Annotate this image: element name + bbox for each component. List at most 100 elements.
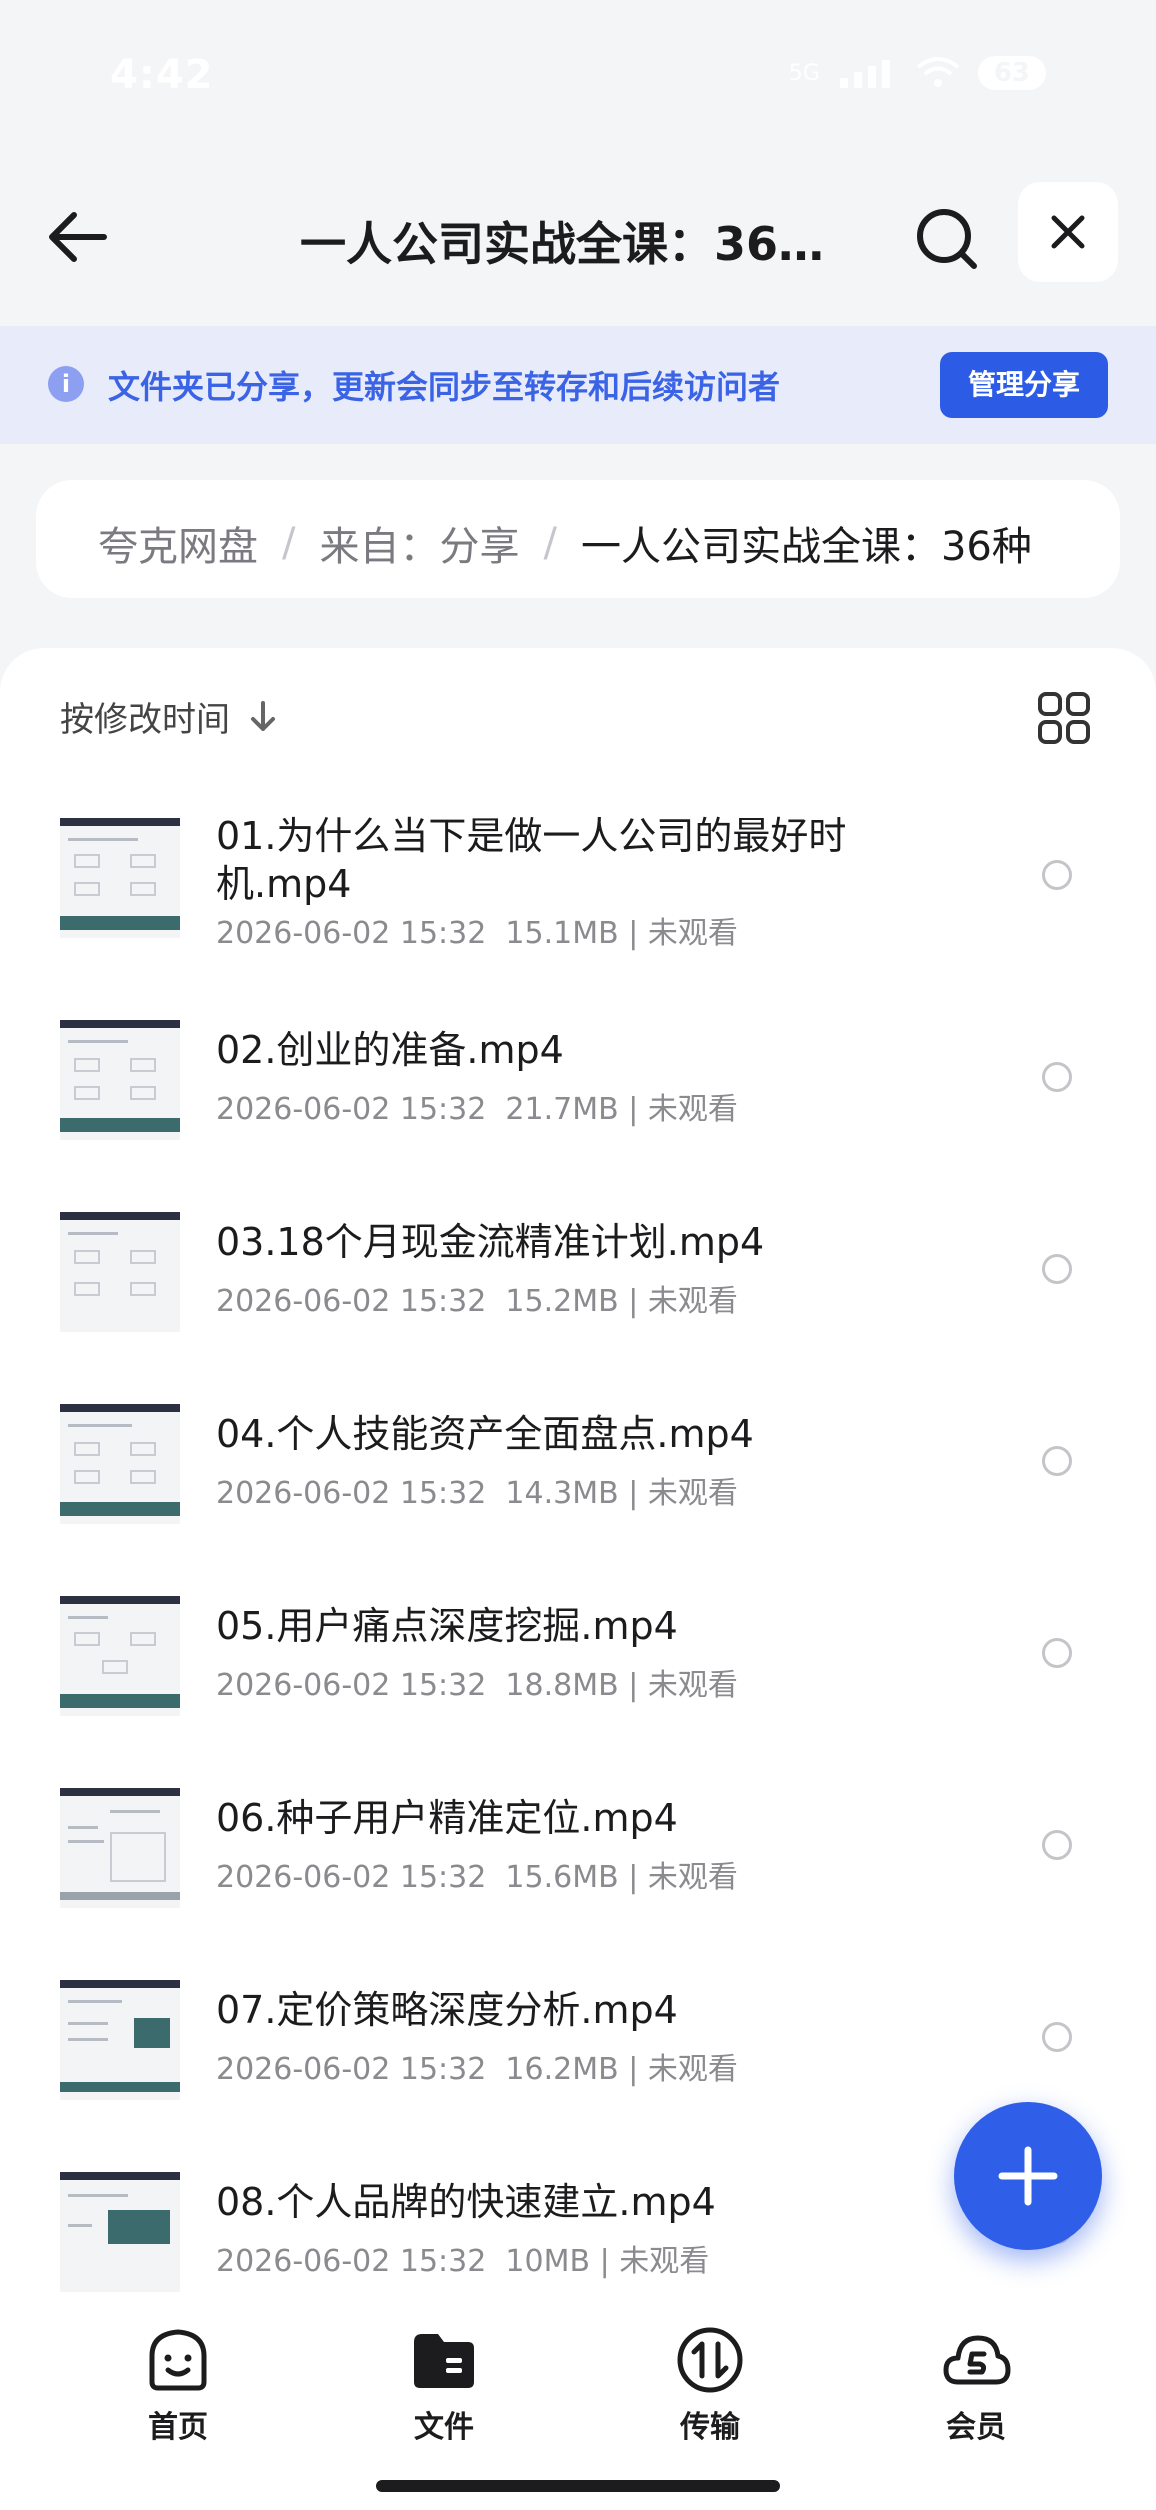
file-size: 15.2MB (505, 1284, 619, 1319)
tab-label: 文件 (414, 2410, 474, 2445)
share-banner: i 文件夹已分享，更新会同步至转存和后续访问者 管理分享 (0, 326, 1156, 444)
select-checkbox[interactable] (1042, 860, 1072, 890)
file-meta: 2026-06-02 15:32 21.7MB | 未观看 (216, 1092, 738, 1127)
file-meta: 2026-06-02 15:32 16.2MB | 未观看 (216, 2052, 738, 2087)
tab-vip[interactable]: 会员 (896, 2324, 1056, 2454)
file-meta: 2026-06-02 15:32 15.2MB | 未观看 (216, 1284, 738, 1319)
sort-control[interactable]: 按修改时间 (60, 692, 278, 741)
watch-status: 未观看 (647, 916, 738, 951)
video-thumbnail (60, 1404, 180, 1524)
file-size: 16.2MB (505, 2052, 619, 2087)
transfer-icon (677, 2327, 743, 2393)
tab-files[interactable]: 文件 (364, 2324, 524, 2454)
cloud-vip-icon (943, 2335, 1011, 2385)
video-thumbnail (60, 1020, 180, 1140)
file-meta: 2026-06-02 15:32 10MB | 未观看 (216, 2244, 710, 2279)
breadcrumb: 夸克网盘 / 来自：分享 / 一人公司实战全课：36种 (36, 480, 1120, 598)
status-indicators: 5G 63 (789, 56, 1046, 90)
tab-home[interactable]: 首页 (98, 2324, 258, 2454)
info-icon: i (48, 366, 84, 402)
home-indicator (376, 2480, 780, 2492)
tab-label: 传输 (680, 2410, 740, 2445)
select-checkbox[interactable] (1042, 1254, 1072, 1284)
tab-label: 首页 (148, 2410, 208, 2445)
file-date: 2026-06-02 15:32 (216, 916, 487, 951)
close-icon (1051, 215, 1085, 249)
file-size: 14.3MB (505, 1476, 619, 1511)
file-meta: 2026-06-02 15:32 15.1MB | 未观看 (216, 916, 738, 951)
file-date: 2026-06-02 15:32 (216, 2052, 487, 2087)
file-meta: 2026-06-02 15:32 15.6MB | 未观看 (216, 1860, 738, 1895)
file-name: 01.为什么当下是做一人公司的最好时机.mp4 (216, 814, 847, 906)
file-row[interactable]: 04.个人技能资产全面盘点.mp4 2026-06-02 15:32 14.3M… (0, 1384, 1156, 1534)
back-button[interactable] (40, 202, 120, 272)
page-title: 一人公司实战全课：36… (300, 217, 825, 271)
status-bar: 4:42 5G 63 (0, 0, 1156, 150)
file-row[interactable]: 05.用户痛点深度挖掘.mp4 2026-06-02 15:32 18.8MB … (0, 1576, 1156, 1726)
file-meta: 2026-06-02 15:32 18.8MB | 未观看 (216, 1668, 738, 1703)
close-button[interactable] (1018, 182, 1118, 282)
tab-transfer[interactable]: 传输 (630, 2324, 790, 2454)
video-thumbnail (60, 1788, 180, 1908)
select-checkbox[interactable] (1042, 1062, 1072, 1092)
grid-view-button[interactable] (1036, 690, 1092, 746)
file-date: 2026-06-02 15:32 (216, 1860, 487, 1895)
arrow-down-icon (251, 700, 275, 731)
file-name: 02.创业的准备.mp4 (216, 1028, 564, 1072)
folder-icon (414, 2334, 474, 2388)
file-row[interactable]: 02.创业的准备.mp4 2026-06-02 15:32 21.7MB | 未… (0, 1000, 1156, 1150)
file-size: 10MB (505, 2244, 591, 2279)
tab-label: 会员 (946, 2410, 1006, 2445)
select-checkbox[interactable] (1042, 2022, 1072, 2052)
file-size: 15.6MB (505, 1860, 619, 1895)
breadcrumb-separator: / (543, 520, 557, 566)
video-thumbnail (60, 2172, 180, 2292)
file-row[interactable]: 03.18个月现金流精准计划.mp4 2026-06-02 15:32 15.2… (0, 1192, 1156, 1342)
watch-status: 未观看 (647, 1860, 738, 1895)
video-thumbnail (60, 1980, 180, 2100)
nav-header: 一人公司实战全课：36… (0, 180, 1156, 290)
file-size: 15.1MB (505, 916, 619, 951)
file-name: 06.种子用户精准定位.mp4 (216, 1796, 678, 1840)
file-date: 2026-06-02 15:32 (216, 1284, 487, 1319)
video-thumbnail (60, 1212, 180, 1332)
breadcrumb-item-current: 一人公司实战全课：36种 (580, 524, 1032, 570)
wifi-icon (916, 57, 960, 87)
file-date: 2026-06-02 15:32 (216, 2244, 487, 2279)
file-row[interactable]: 07.定价策略深度分析.mp4 2026-06-02 15:32 16.2MB … (0, 1960, 1156, 2110)
file-date: 2026-06-02 15:32 (216, 1092, 487, 1127)
plus-icon (998, 2146, 1058, 2206)
file-name: 03.18个月现金流精准计划.mp4 (216, 1220, 765, 1264)
watch-status: 未观看 (647, 1476, 738, 1511)
battery-indicator: 63 (977, 56, 1046, 90)
status-time: 4:42 (110, 52, 214, 98)
search-icon (917, 209, 977, 269)
file-name: 04.个人技能资产全面盘点.mp4 (216, 1412, 754, 1456)
file-row[interactable]: 01.为什么当下是做一人公司的最好时机.mp4 2026-06-02 15:32… (0, 798, 1156, 951)
file-row[interactable]: 06.种子用户精准定位.mp4 2026-06-02 15:32 15.6MB … (0, 1768, 1156, 1918)
manage-share-button[interactable]: 管理分享 (940, 352, 1108, 418)
add-button[interactable] (954, 2102, 1102, 2250)
select-checkbox[interactable] (1042, 1830, 1072, 1860)
watch-status: 未观看 (619, 2244, 710, 2279)
banner-text: 文件夹已分享，更新会同步至转存和后续访问者 (108, 368, 781, 406)
file-date: 2026-06-02 15:32 (216, 1668, 487, 1703)
file-size: 18.8MB (505, 1668, 619, 1703)
file-size: 21.7MB (505, 1092, 619, 1127)
breadcrumb-item-root[interactable]: 夸克网盘 (98, 514, 258, 572)
watch-status: 未观看 (647, 1668, 738, 1703)
search-button[interactable] (910, 202, 986, 278)
video-thumbnail (60, 1596, 180, 1716)
signal-icon (839, 60, 890, 88)
arrow-left-icon (49, 212, 107, 262)
select-checkbox[interactable] (1042, 1446, 1072, 1476)
network-label: 5G (788, 60, 820, 86)
file-date: 2026-06-02 15:32 (216, 1476, 487, 1511)
breadcrumb-separator: / (282, 520, 296, 566)
smile-face-icon (149, 2329, 207, 2391)
sort-label: 按修改时间 (60, 700, 230, 740)
breadcrumb-item-shared[interactable]: 来自：分享 (319, 514, 519, 572)
watch-status: 未观看 (647, 1092, 738, 1127)
select-checkbox[interactable] (1042, 1638, 1072, 1668)
watch-status: 未观看 (647, 2052, 738, 2087)
